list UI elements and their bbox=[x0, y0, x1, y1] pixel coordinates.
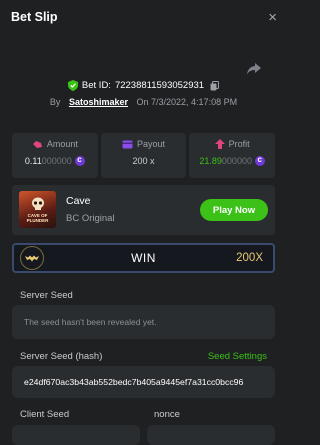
stat-profit: Profit 21.89000000 bbox=[189, 133, 276, 178]
coin-icon bbox=[74, 155, 85, 166]
nonce-field[interactable] bbox=[147, 425, 275, 445]
stat-payout-label: Payout bbox=[136, 139, 166, 149]
server-seed-label: Server Seed bbox=[20, 290, 73, 301]
bet-stats: Amount 0.11000000 Payout 200 x Profit 21… bbox=[12, 133, 276, 178]
payout-icon bbox=[122, 140, 133, 148]
share-icon[interactable] bbox=[247, 63, 261, 75]
profit-icon bbox=[214, 139, 225, 149]
copy-icon[interactable] bbox=[210, 80, 220, 91]
bet-id-row: Bet ID: 72238811593052931 bbox=[0, 80, 287, 91]
stat-amount-label: Amount bbox=[46, 139, 78, 149]
stat-payout: Payout 200 x bbox=[100, 133, 187, 178]
server-seed-field[interactable]: The seed hasn't been revealed yet. bbox=[12, 305, 275, 339]
server-seed-hash-label: Server Seed (hash) bbox=[20, 351, 103, 362]
bet-datetime: 7/3/2022, 4:17:08 PM bbox=[151, 97, 238, 107]
server-seed-hash-field[interactable]: e24df670ac3b43ab552bedc7b405a9445ef7a31c… bbox=[12, 366, 275, 398]
game-thumbnail-text: CAVE OF PLUNDER bbox=[26, 213, 49, 223]
bet-meta-row: By Satoshimaker On 7/3/2022, 4:17:08 PM bbox=[0, 97, 287, 107]
coin-icon bbox=[254, 155, 265, 166]
by-label: By bbox=[49, 97, 61, 107]
game-card: CAVE OF PLUNDER Cave BC Original Play No… bbox=[12, 185, 275, 235]
result-banner: WIN 200X bbox=[12, 243, 275, 273]
stat-profit-decimals: 000000 bbox=[221, 156, 252, 166]
username-link[interactable]: Satoshimaker bbox=[69, 97, 128, 107]
seed-settings-link[interactable]: Seed Settings bbox=[208, 351, 267, 362]
game-provider: BC Original bbox=[66, 213, 115, 224]
server-seed-placeholder: The seed hasn't been revealed yet. bbox=[24, 317, 157, 327]
bet-slip-header: Bet Slip × bbox=[0, 0, 287, 34]
stat-profit-label: Profit bbox=[228, 139, 250, 149]
client-seed-label: Client Seed bbox=[20, 409, 70, 420]
stat-amount: Amount 0.11000000 bbox=[12, 133, 98, 178]
shield-check-icon bbox=[67, 80, 78, 91]
game-name: Cave bbox=[66, 195, 91, 207]
stat-payout-value: 200 x bbox=[132, 156, 155, 166]
skull-icon bbox=[32, 197, 44, 210]
bet-id-value: 72238811593052931 bbox=[114, 80, 205, 91]
stat-amount-decimals: 000000 bbox=[41, 156, 72, 166]
bet-id-label: Bet ID: bbox=[81, 80, 111, 91]
page-title: Bet Slip bbox=[11, 10, 58, 24]
client-seed-field[interactable] bbox=[12, 425, 140, 445]
play-now-button[interactable]: Play Now bbox=[200, 199, 268, 221]
result-label: WIN bbox=[131, 251, 156, 265]
on-label: On bbox=[136, 97, 149, 107]
server-seed-hash-value: e24df670ac3b43ab552bedc7b405a9445ef7a31c… bbox=[24, 377, 244, 387]
result-multiplier: 200X bbox=[236, 252, 263, 264]
close-icon[interactable]: × bbox=[268, 10, 277, 25]
stat-profit-value: 21.89 bbox=[199, 156, 222, 166]
game-thumbnail[interactable]: CAVE OF PLUNDER bbox=[19, 191, 56, 228]
stat-amount-value: 0.11 bbox=[24, 156, 42, 166]
nonce-label: nonce bbox=[154, 409, 180, 420]
amount-icon bbox=[32, 140, 42, 148]
